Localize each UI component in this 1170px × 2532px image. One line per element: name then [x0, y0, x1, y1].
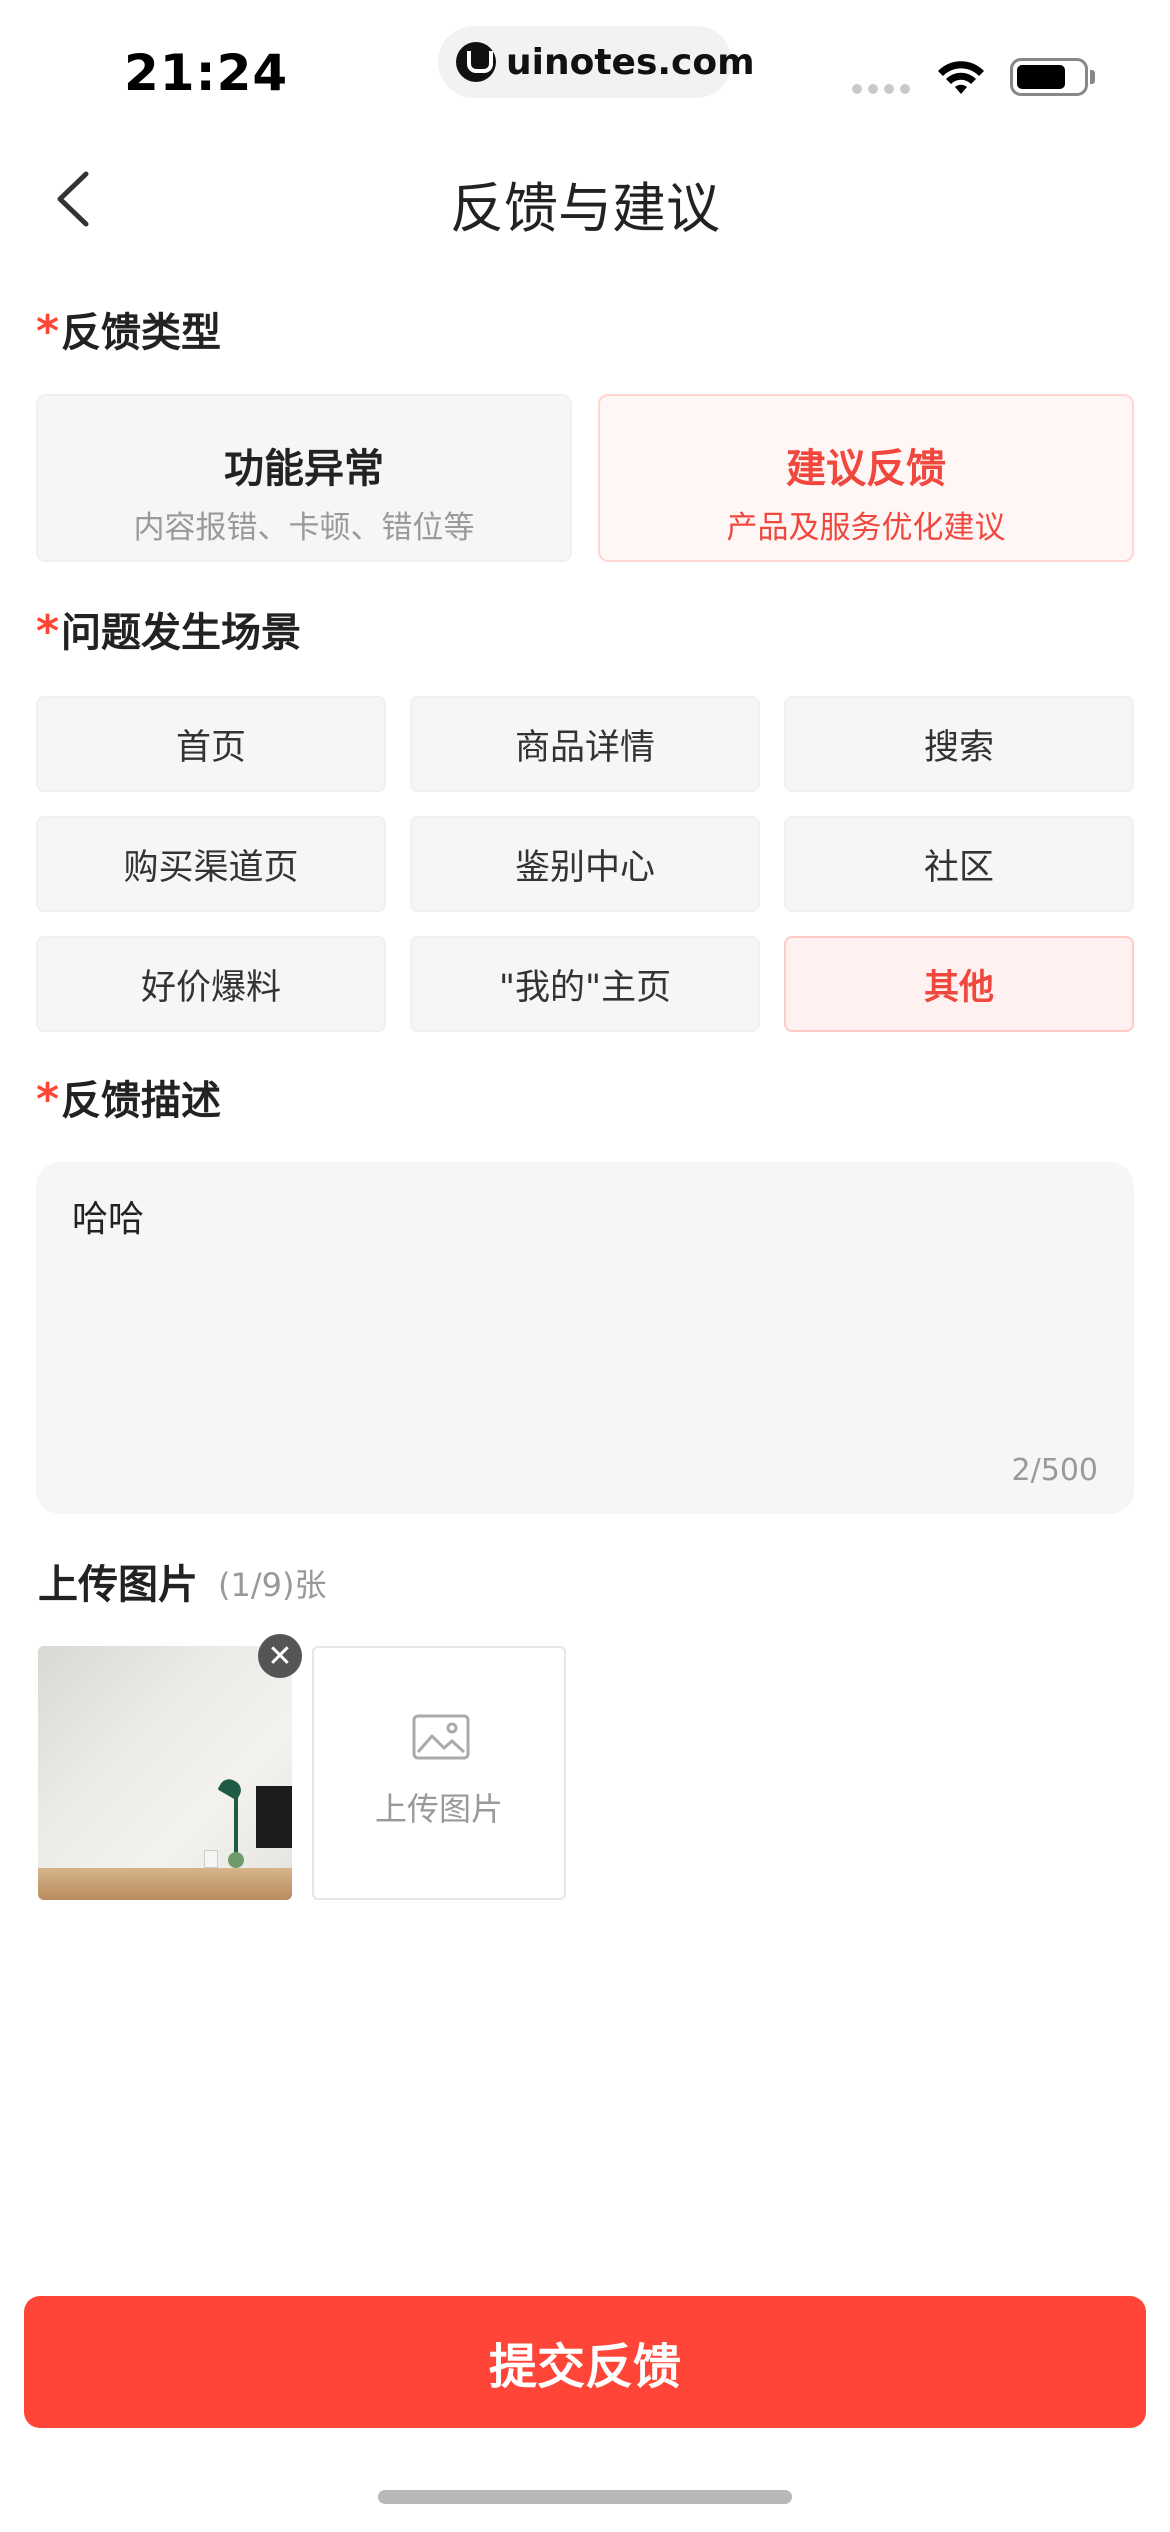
battery-icon: [1010, 58, 1088, 96]
type-option-suggestion[interactable]: 建议反馈 产品及服务优化建议: [598, 394, 1134, 562]
status-bar: 21:24 uinotes.com: [0, 0, 1170, 130]
required-mark: *: [36, 1074, 60, 1125]
description-textarea[interactable]: 哈哈 2/500: [36, 1162, 1134, 1514]
signal-icon: [852, 84, 910, 94]
site-name: uinotes.com: [506, 41, 755, 83]
scene-option-other[interactable]: 其他: [784, 936, 1134, 1032]
char-counter: 2/500: [1011, 1453, 1098, 1488]
type-option-title: 功能异常: [224, 446, 384, 492]
feedback-page: 21:24 uinotes.com 反馈与建议 *反馈类型 功能异常 内容报错、…: [0, 0, 1170, 2532]
scene-option-home[interactable]: 首页: [36, 696, 386, 792]
scene-option-search[interactable]: 搜索: [784, 696, 1134, 792]
submit-button[interactable]: 提交反馈: [24, 2296, 1146, 2428]
upload-label: 上传图片: [38, 1562, 198, 1608]
type-option-function-error[interactable]: 功能异常 内容报错、卡顿、错位等: [36, 394, 572, 562]
required-mark: *: [36, 606, 60, 657]
scene-option-purchase-channel[interactable]: 购买渠道页: [36, 816, 386, 912]
scene-option-product-detail[interactable]: 商品详情: [410, 696, 760, 792]
site-logo-icon: [456, 42, 496, 82]
scene-option-deals[interactable]: 好价爆料: [36, 936, 386, 1032]
home-indicator: [378, 2490, 792, 2504]
site-pill[interactable]: uinotes.com: [438, 26, 755, 98]
type-option-subtitle: 内容报错、卡顿、错位等: [133, 510, 475, 546]
description-label: *反馈描述: [36, 1074, 222, 1125]
type-option-title: 建议反馈: [786, 446, 946, 492]
scene-option-authentication[interactable]: 鉴别中心: [410, 816, 760, 912]
feedback-type-label: *反馈类型: [36, 306, 222, 357]
upload-count: (1/9)张: [218, 1566, 327, 1604]
status-time: 21:24: [124, 44, 289, 102]
add-image-label: 上传图片: [374, 1790, 503, 1828]
required-mark: *: [36, 306, 60, 357]
close-icon[interactable]: ✕: [258, 1634, 302, 1678]
battery-cap: [1090, 70, 1095, 84]
add-image-button[interactable]: 上传图片: [312, 1646, 566, 1900]
scene-option-community[interactable]: 社区: [784, 816, 1134, 912]
type-option-subtitle: 产品及服务优化建议: [726, 510, 1006, 546]
scene-label: *问题发生场景: [36, 606, 302, 657]
scene-option-my-page[interactable]: "我的"主页: [410, 936, 760, 1032]
uploaded-image-thumbnail[interactable]: [38, 1646, 292, 1900]
wifi-icon: [938, 61, 984, 94]
image-icon: [412, 1714, 470, 1760]
description-value: 哈哈: [72, 1199, 145, 1240]
page-title: 反馈与建议: [450, 177, 720, 240]
